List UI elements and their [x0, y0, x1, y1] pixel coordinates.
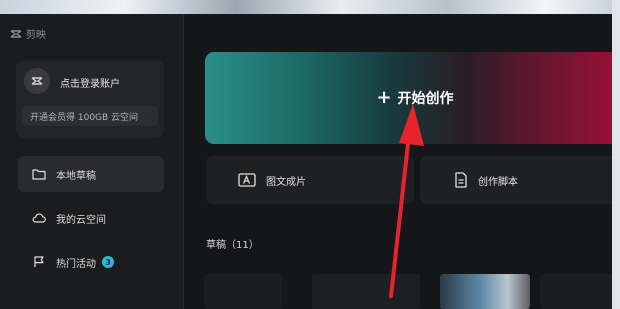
draft-thumbnail[interactable] — [312, 274, 420, 309]
flag-icon — [34, 256, 44, 267]
app-name: 剪映 — [26, 30, 46, 41]
folder-icon — [32, 169, 46, 180]
sidebar-item-label: 本地草稿 — [56, 170, 96, 182]
cloud-icon — [32, 213, 46, 223]
sidebar-item-cloud-space[interactable]: 我的云空间 — [18, 200, 164, 236]
capcut-logo-icon — [10, 29, 22, 38]
sidebar-item-local-drafts[interactable]: 本地草稿 — [18, 156, 164, 192]
text-image-icon — [238, 173, 256, 187]
app-window: 剪映 点击登录账户 开通会员得 100GB 云空间 本地草稿 我的云空间 热门活… — [0, 14, 612, 309]
draft-thumbnail[interactable] — [540, 274, 612, 309]
avatar[interactable] — [24, 68, 50, 94]
sidebar: 剪映 点击登录账户 开通会员得 100GB 云空间 本地草稿 我的云空间 热门活… — [0, 14, 184, 309]
text-to-video-button[interactable]: 图文成片 — [206, 156, 414, 204]
desktop-wallpaper-edge — [612, 0, 620, 309]
draft-thumbnail[interactable] — [440, 274, 530, 309]
login-link[interactable]: 点击登录账户 — [60, 75, 120, 90]
plus-icon: + — [376, 87, 392, 108]
creation-script-label: 创作脚本 — [478, 176, 518, 188]
start-creation-label: 开始创作 — [397, 91, 454, 107]
sidebar-item-label: 我的云空间 — [56, 214, 106, 226]
capcut-avatar-icon — [31, 77, 43, 85]
sidebar-item-hot-events[interactable]: 热门活动 3 — [18, 244, 164, 280]
draft-thumbnail[interactable] — [204, 274, 282, 309]
vip-promo-button[interactable]: 开通会员得 100GB 云空间 — [22, 106, 158, 126]
draft-thumbnails — [204, 274, 612, 309]
start-creation-button[interactable]: + 开始创作 — [205, 52, 612, 144]
account-card[interactable]: 点击登录账户 开通会员得 100GB 云空间 — [16, 60, 164, 138]
drafts-heading: 草稿（11） — [206, 240, 259, 251]
creation-script-button[interactable]: 创作脚本 — [420, 156, 612, 204]
main-panel: + 开始创作 图文成片 创作脚本 草稿（11） — [184, 14, 612, 309]
sidebar-item-label: 热门活动 — [56, 258, 96, 270]
app-logo: 剪映 — [10, 26, 46, 41]
notification-badge: 3 — [102, 256, 114, 268]
script-document-icon — [455, 172, 467, 188]
text-to-video-label: 图文成片 — [266, 176, 306, 188]
